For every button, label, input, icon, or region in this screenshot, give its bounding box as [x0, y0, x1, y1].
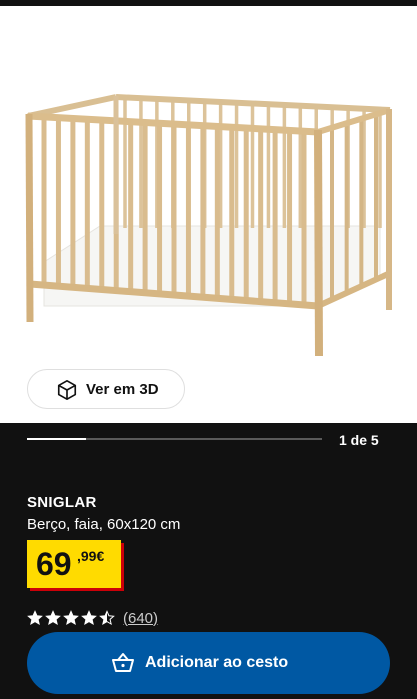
- product-description: Berço, faia, 60x120 cm: [27, 516, 181, 533]
- star-icon: [63, 610, 79, 626]
- rating-stars: [27, 610, 115, 626]
- gallery-page-indicator: 1 de 5: [339, 432, 379, 448]
- review-count-link[interactable]: (640): [123, 610, 158, 627]
- price-decimal: ,99€: [77, 548, 105, 564]
- crib-image: [25, 94, 392, 357]
- add-to-cart-button[interactable]: Adicionar ao cesto: [27, 632, 390, 694]
- star-icon: [27, 610, 43, 626]
- price-integer: 69: [36, 546, 72, 582]
- price-badge: 69 ,99€: [27, 540, 121, 588]
- star-icon: [45, 610, 61, 626]
- view-3d-button[interactable]: Ver em 3D: [27, 369, 185, 409]
- view-3d-label: Ver em 3D: [86, 381, 159, 398]
- gallery-progress-fill: [27, 438, 86, 440]
- gallery-progress-bar: [27, 438, 322, 440]
- star-icon: [99, 610, 115, 626]
- add-to-cart-label: Adicionar ao cesto: [145, 654, 289, 671]
- product-image-gallery[interactable]: Ver em 3D: [0, 6, 417, 423]
- product-name: SNIGLAR: [27, 494, 97, 511]
- product-rating[interactable]: (640): [27, 608, 158, 628]
- star-icon: [81, 610, 97, 626]
- basket-icon: [112, 653, 134, 672]
- cube-icon: [57, 380, 77, 400]
